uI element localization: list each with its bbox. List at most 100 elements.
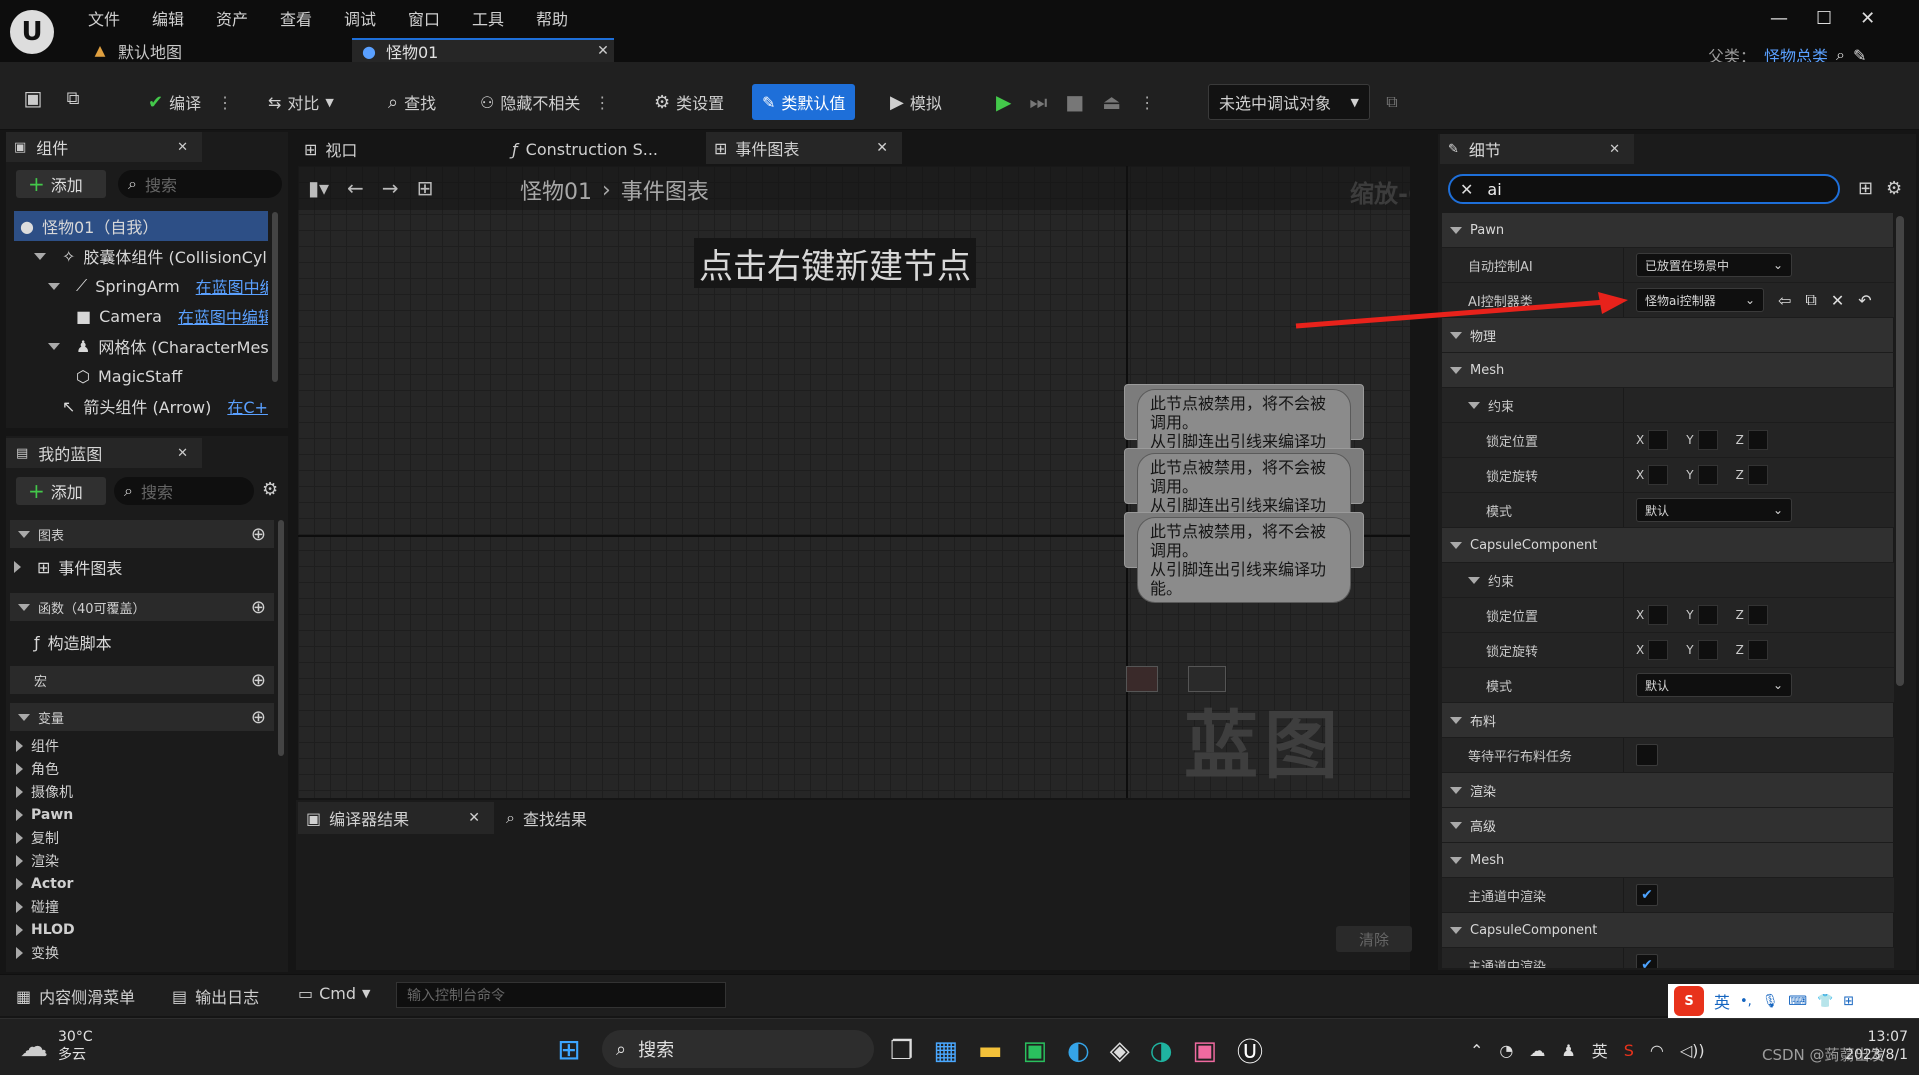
bilibili-icon[interactable]: ▣ (1192, 1036, 1217, 1066)
console-input[interactable]: 输入控制台命令 (396, 982, 726, 1008)
details-scrollbar[interactable] (1896, 216, 1904, 686)
axis-lock-checkbox[interactable]: Z (1736, 465, 1768, 485)
simulate-button[interactable]: ▶ 模拟 (884, 85, 948, 119)
class-defaults-button[interactable]: ✎ 类默认值 (752, 84, 856, 120)
file-explorer-icon[interactable]: ▬ (978, 1036, 1003, 1066)
expand-arrow-icon[interactable] (34, 252, 46, 260)
settings-gear-icon[interactable]: ⚙ (262, 479, 278, 500)
step-icon[interactable]: ⏭ (1029, 90, 1047, 114)
var-cat-components[interactable]: 组件 (6, 734, 274, 757)
my-blueprint-tab[interactable]: ▤ 我的蓝图 ✕ (6, 438, 202, 468)
settings-gear-icon[interactable]: ⚙ (1886, 178, 1902, 199)
reset-icon[interactable]: ↶ (1858, 291, 1871, 310)
tree-item-arrow[interactable]: ↖ 箭头组件 (Arrow) 在C+ (14, 391, 268, 421)
keyboard-icon[interactable]: ⌨ (1788, 994, 1807, 1009)
axis-lock-checkbox[interactable]: X (1636, 465, 1669, 485)
chevron-up-icon[interactable]: ⌃ (1470, 1041, 1483, 1060)
eject-icon[interactable]: ⏏ (1102, 90, 1121, 114)
diff-button[interactable]: ⇆ 对比 ▼ (262, 85, 340, 119)
find-button[interactable]: ⌕ 查找 (382, 85, 442, 119)
var-cat-collision[interactable]: 碰撞 (6, 895, 274, 918)
axis-lock-checkbox[interactable]: Y (1686, 640, 1718, 660)
variables-section[interactable]: 变量 ⊕ (10, 703, 274, 731)
my-blueprint-search[interactable]: ⌕ 搜索 (114, 477, 254, 505)
maximize-icon[interactable]: ☐ (1816, 8, 1832, 29)
tree-item-self[interactable]: ● 怪物01（自我） (14, 211, 268, 241)
back-arrow-icon[interactable]: ← (347, 176, 364, 200)
sogou-logo-icon[interactable]: S (1674, 986, 1704, 1016)
edit-in-cpp-link[interactable]: 在C+ (227, 394, 268, 418)
doc-tab-monster01[interactable]: ● 怪物01 ✕ (352, 38, 614, 62)
class-settings-button[interactable]: ⚙ 类设置 (648, 85, 730, 119)
bookmark-icon[interactable]: ▮▾ (308, 176, 329, 200)
details-subcategory[interactable]: 约束 (1442, 563, 1894, 598)
details-category[interactable]: CapsuleComponent (1442, 528, 1894, 563)
var-cat-pawn[interactable]: Pawn (6, 803, 274, 826)
clear-icon[interactable]: ✕ (1831, 291, 1844, 310)
event-graph-item[interactable]: ⊞ 事件图表 (14, 554, 122, 580)
var-cat-replication[interactable]: 复制 (6, 826, 274, 849)
property-combo[interactable]: 已放置在场景中 ⌄ (1636, 253, 1792, 277)
graphs-section[interactable]: 图表 ⊕ (10, 520, 274, 548)
close-icon[interactable]: ✕ (876, 140, 888, 156)
menu-file[interactable]: 文件 (88, 6, 152, 30)
close-icon[interactable]: ✕ (177, 446, 188, 461)
tab-construction-script[interactable]: ƒ Construction S... (512, 136, 658, 162)
axis-lock-checkbox[interactable]: Z (1736, 640, 1768, 660)
menu-window[interactable]: 窗口 (408, 6, 472, 30)
skin-icon[interactable]: 👕 (1817, 994, 1833, 1009)
details-category[interactable]: Pawn (1442, 213, 1894, 248)
save-icon[interactable]: ▣ (18, 83, 48, 113)
components-search[interactable]: ⌕ 搜索 (118, 170, 282, 198)
disabled-node[interactable]: 此节点被禁用，将不会被调用。从引脚连出引线来编译功能。 (1124, 448, 1364, 539)
sogou-tray-icon[interactable]: S (1624, 1041, 1634, 1060)
menu-asset[interactable]: 资产 (216, 6, 280, 30)
property-matrix-icon[interactable]: ⊞ (1858, 178, 1873, 199)
browse-icon[interactable]: ⧉ (58, 83, 88, 113)
axis-lock-checkbox[interactable]: Y (1686, 605, 1718, 625)
more-icon[interactable]: ⋮ (1139, 93, 1155, 112)
epic-games-icon[interactable]: ◈ (1110, 1036, 1130, 1066)
tree-item-camera[interactable]: ■ Camera 在蓝图中编辑 (14, 301, 268, 331)
details-category[interactable]: Mesh (1442, 353, 1894, 388)
volume-icon[interactable]: ◁)) (1680, 1041, 1705, 1060)
task-view-icon[interactable]: ❐ (890, 1036, 913, 1066)
var-cat-hlod[interactable]: HLOD (6, 918, 274, 941)
add-circle-icon[interactable]: ⊕ (251, 707, 266, 728)
close-icon[interactable]: ✕ (592, 43, 614, 59)
expand-arrow-icon[interactable] (48, 282, 60, 290)
menu-edit[interactable]: 编辑 (152, 6, 216, 30)
disabled-node[interactable]: 此节点被禁用，将不会被调用。从引脚连出引线来编译功能。 (1124, 384, 1364, 475)
punctuation-icon[interactable]: •, (1740, 994, 1752, 1009)
hide-unrelated-button[interactable]: ⚇ 隐藏不相关 ⋮ (474, 85, 616, 119)
axis-lock-checkbox[interactable]: Y (1686, 430, 1718, 450)
var-cat-rendering[interactable]: 渲染 (6, 849, 274, 872)
axis-lock-checkbox[interactable]: X (1636, 605, 1669, 625)
stop-icon[interactable]: ■ (1065, 90, 1084, 114)
graph-canvas[interactable]: ▮▾ ← → ⊞ 怪物01 › 事件图表 缩放-6 点击右键新建节点 蓝图 此节… (298, 166, 1410, 798)
tray-sync-icon[interactable]: ☁ (1529, 1041, 1545, 1060)
details-subcategory[interactable]: 约束 (1442, 388, 1894, 423)
small-node[interactable] (1126, 666, 1158, 692)
axis-lock-checkbox[interactable]: X (1636, 430, 1669, 450)
menu-tools[interactable]: 工具 (472, 6, 536, 30)
browse-asset-icon[interactable]: ⧉ (1805, 290, 1816, 310)
clear-button[interactable]: 清除 (1336, 926, 1412, 952)
edit-in-blueprint-link[interactable]: 在蓝图中编辑 (178, 304, 268, 328)
tab-event-graph[interactable]: ⊞ 事件图表 ✕ (706, 132, 902, 164)
cmd-dropdown[interactable]: ▭ Cmd ▼ (298, 984, 371, 1003)
property-combo[interactable]: 默认 ⌄ (1636, 673, 1792, 697)
edge-dev-icon[interactable]: ◑ (1150, 1036, 1173, 1066)
details-search-field[interactable]: ✕ ai (1448, 174, 1840, 204)
components-tab[interactable]: ▣ 组件 ✕ (6, 132, 202, 162)
minimize-icon[interactable]: — (1770, 8, 1788, 29)
unreal-logo-icon[interactable]: U (10, 10, 54, 54)
add-member-button[interactable]: + 添加 (16, 477, 106, 505)
use-selected-icon[interactable]: ⇦ (1778, 291, 1791, 310)
content-drawer-button[interactable]: ▦ 内容侧滑菜单 (16, 984, 135, 1008)
close-icon[interactable]: ✕ (468, 810, 480, 826)
disabled-node[interactable]: 此节点被禁用，将不会被调用。从引脚连出引线来编译功能。 (1124, 512, 1364, 603)
doc-tab-default-map[interactable]: ▲ 默认地图 (92, 40, 182, 62)
expand-arrow-icon[interactable] (48, 342, 60, 350)
tab-viewport[interactable]: ⊞ 视口 (304, 136, 357, 162)
